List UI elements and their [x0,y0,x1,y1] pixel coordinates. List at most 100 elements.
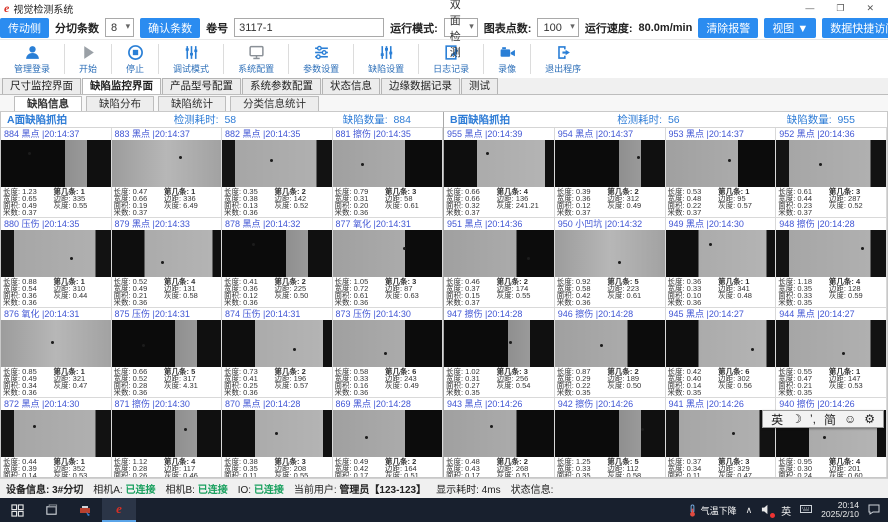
stat-meter: 米数: 0.35 [778,299,827,306]
defect-cell[interactable]: 952 黑点 |20:14:36 长度: 0.61 宽度: 0.44 面积: 0… [776,128,887,218]
defect-cell[interactable]: 941 黑点 |20:14:26 长度: 0.37 宽度: 0.34 面积: 0… [666,398,777,478]
defect-cell[interactable]: 874 压伤 |20:14:31 长度: 0.73 宽度: 0.41 面积: 0… [222,308,333,398]
clock-widget[interactable]: 20:14 2025/2/10 [821,501,859,519]
stat-gray: 灰度: 0.49 [607,202,662,209]
start-button[interactable] [0,498,34,522]
tray-expand-caret[interactable]: ∧ [746,505,753,516]
defect-cell[interactable]: 945 黑点 |20:14:27 长度: 0.42 宽度: 0.40 面积: 0… [666,308,777,398]
drive-side-button[interactable]: 传动侧 [0,18,49,38]
defect-cell[interactable]: 946 擦伤 |20:14:28 长度: 0.87 宽度: 0.29 面积: 0… [555,308,666,398]
defect-cell[interactable]: 872 黑点 |20:14:30 长度: 0.44 宽度: 0.39 面积: 0… [1,398,112,478]
close-button[interactable]: ✕ [866,3,874,14]
defect-cell[interactable]: 951 黑点 |20:14:36 长度: 0.46 宽度: 0.37 面积: 0… [444,218,555,308]
ime-punctuation-toggle[interactable]: ’, [810,412,816,426]
defect-cell[interactable]: 884 黑点 |20:14:37 长度: 1.23 宽度: 0.65 面积: 0… [1,128,112,218]
stop-toolbar-button[interactable]: 停止 [114,40,156,78]
defect-cell[interactable]: 870 黑点 |20:14:28 长度: 0.38 宽度: 0.35 面积: 0… [222,398,333,478]
defect-cell-header: 881 擦伤 |20:14:35 [333,128,443,140]
defect-cell[interactable]: 950 小凹坑 |20:14:32 长度: 0.92 宽度: 0.58 面积: … [555,218,666,308]
camera-toolbar-button[interactable]: 录像 [486,40,528,78]
confirm-count-button[interactable]: 确认条数 [140,18,200,38]
defect-cell[interactable]: 873 压伤 |20:14:30 长度: 0.58 宽度: 0.33 面积: 0… [333,308,444,398]
touch-keyboard-icon[interactable] [800,504,812,516]
chart-points-select[interactable]: 100 ▾ [537,18,578,37]
defect-cell[interactable]: 943 黑点 |20:14:26 长度: 0.48 宽度: 0.43 面积: 0… [444,398,555,478]
main-tab-6[interactable]: 测试 [461,78,498,94]
slidersh-toolbar-button[interactable]: 参数设置 [291,40,351,78]
monitor-toolbar-button[interactable]: 系统配置 [226,40,286,78]
minimize-button[interactable]: — [805,3,814,14]
clear-alarm-button[interactable]: 清除报警 [698,18,758,38]
defect-cell-header: 954 黑点 |20:14:37 [555,128,665,140]
defect-cell[interactable]: 882 黑点 |20:14:35 长度: 0.35 宽度: 0.38 面积: 0… [222,128,333,218]
volume-icon[interactable] [761,504,772,517]
sub-tab-1[interactable]: 缺陷分布 [86,96,154,111]
defect-cell[interactable]: 955 黑点 |20:14:39 长度: 0.66 宽度: 0.66 面积: 0… [444,128,555,218]
main-tab-3[interactable]: 系统参数配置 [242,78,321,94]
defect-cell[interactable]: 881 擦伤 |20:14:35 长度: 0.79 宽度: 0.31 面积: 0… [333,128,444,218]
exit-toolbar-button[interactable]: 退出程序 [533,40,593,78]
ime-indicator[interactable]: 英 [781,503,791,518]
monitor-icon [248,44,265,61]
stat-gray: 灰度: 0.55 [54,202,109,209]
io-status: 已连接 [254,485,284,496]
main-tab-5[interactable]: 边缘数据记录 [381,78,460,94]
defect-cell[interactable]: 879 黑点 |20:14:33 长度: 0.52 宽度: 0.49 面积: 0… [112,218,223,308]
taskbar-app-icon[interactable] [68,498,102,522]
defect-cell[interactable]: 944 黑点 |20:14:27 长度: 0.55 宽度: 0.47 面积: 0… [776,308,887,398]
defect-image [555,320,665,367]
ime-emoji-icon[interactable]: ☺ [844,412,856,426]
play-toolbar-button[interactable]: 开始 [67,40,109,78]
stat-meter: 米数: 0.36 [668,299,717,306]
run-mode-select[interactable]: 双面检测 ▾ [444,18,478,37]
view-menu-button[interactable]: 视图 ▼ [764,18,816,38]
defect-image [776,320,886,367]
slit-count-select[interactable]: 8 ▾ [105,18,134,37]
main-tab-0[interactable]: 尺寸监控界面 [2,78,81,94]
defect-cell[interactable]: 948 擦伤 |20:14:28 长度: 1.18 宽度: 0.35 面积: 0… [776,218,887,308]
ime-lang-toggle[interactable]: 英 [771,411,783,428]
defect-cell[interactable]: 878 黑点 |20:14:32 长度: 0.41 宽度: 0.36 面积: 0… [222,218,333,308]
roll-number-input[interactable] [234,18,384,37]
defect-cell[interactable]: 871 擦伤 |20:14:30 长度: 1.12 宽度: 0.28 面积: 0… [112,398,223,478]
main-tab-2[interactable]: 产品型号配置 [162,78,241,94]
tune-toolbar-button[interactable]: 调试模式 [161,40,221,78]
defect-cell[interactable]: 954 黑点 |20:14:37 长度: 0.39 宽度: 0.36 面积: 0… [555,128,666,218]
taskbar-active-app-icon[interactable]: e [102,498,136,522]
weather-widget[interactable]: 气温下降 [688,504,737,517]
defect-cell-header: 874 压伤 |20:14:31 [222,308,332,320]
sub-tab-3[interactable]: 分类信息统计 [230,96,319,111]
ime-settings-icon[interactable]: ⚙ [864,412,875,426]
ime-fullwidth-icon[interactable]: ☽ [791,412,802,426]
defect-cell[interactable]: 877 氧化 |20:14:31 长度: 1.05 宽度: 0.72 面积: 0… [333,218,444,308]
ime-simplified-toggle[interactable]: 简 [824,411,836,428]
defect-cell-header: 941 黑点 |20:14:26 [666,398,776,410]
task-view-button[interactable] [34,498,68,522]
defect-cell[interactable]: 947 擦伤 |20:14:28 长度: 1.02 宽度: 0.31 面积: 0… [444,308,555,398]
main-tab-1[interactable]: 缺陷监控界面 [82,78,161,94]
data-quick-access-menu-button[interactable]: 数据快捷访问 ▼ [822,18,888,38]
defect-image [333,410,443,457]
window-title: 视觉检测系统 [13,1,73,16]
user-toolbar-button[interactable]: 管理登录 [2,40,62,78]
stat-gray: 灰度: 0.57 [718,202,773,209]
defect-cell[interactable]: 953 黑点 |20:14:37 长度: 0.53 宽度: 0.48 面积: 0… [666,128,777,218]
stat-meter: 米数: 0.35 [557,389,606,396]
defect-mark [179,156,182,159]
slidersv-toolbar-button[interactable]: 缺陷设置 [356,40,416,78]
defect-cell[interactable]: 883 黑点 |20:14:37 长度: 0.47 宽度: 0.66 面积: 0… [112,128,223,218]
defect-cell[interactable]: 876 氧化 |20:14:31 长度: 0.85 宽度: 0.49 面积: 0… [1,308,112,398]
defect-cell[interactable]: 949 黑点 |20:14:30 长度: 0.36 宽度: 0.33 面积: 0… [666,218,777,308]
sub-tab-2[interactable]: 缺陷统计 [158,96,226,111]
defect-cell-header: 878 黑点 |20:14:32 [222,218,332,230]
defect-mark [270,159,273,162]
defect-cell[interactable]: 869 黑点 |20:14:28 长度: 0.49 宽度: 0.42 面积: 0… [333,398,444,478]
defect-cell[interactable]: 942 擦伤 |20:14:26 长度: 1.25 宽度: 0.33 面积: 0… [555,398,666,478]
sub-tab-0[interactable]: 缺陷信息 [14,96,82,111]
defect-cell[interactable]: 875 压伤 |20:14:31 长度: 0.66 宽度: 0.52 面积: 0… [112,308,223,398]
main-tab-4[interactable]: 状态信息 [322,78,380,94]
defect-cell[interactable]: 880 压伤 |20:14:35 长度: 0.88 宽度: 0.54 面积: 0… [1,218,112,308]
notification-center-icon[interactable] [868,504,880,517]
ime-language-bar[interactable]: 英 ☽ ’, 简 ☺ ⚙ [762,410,884,428]
maximize-button[interactable]: ❐ [836,3,844,14]
